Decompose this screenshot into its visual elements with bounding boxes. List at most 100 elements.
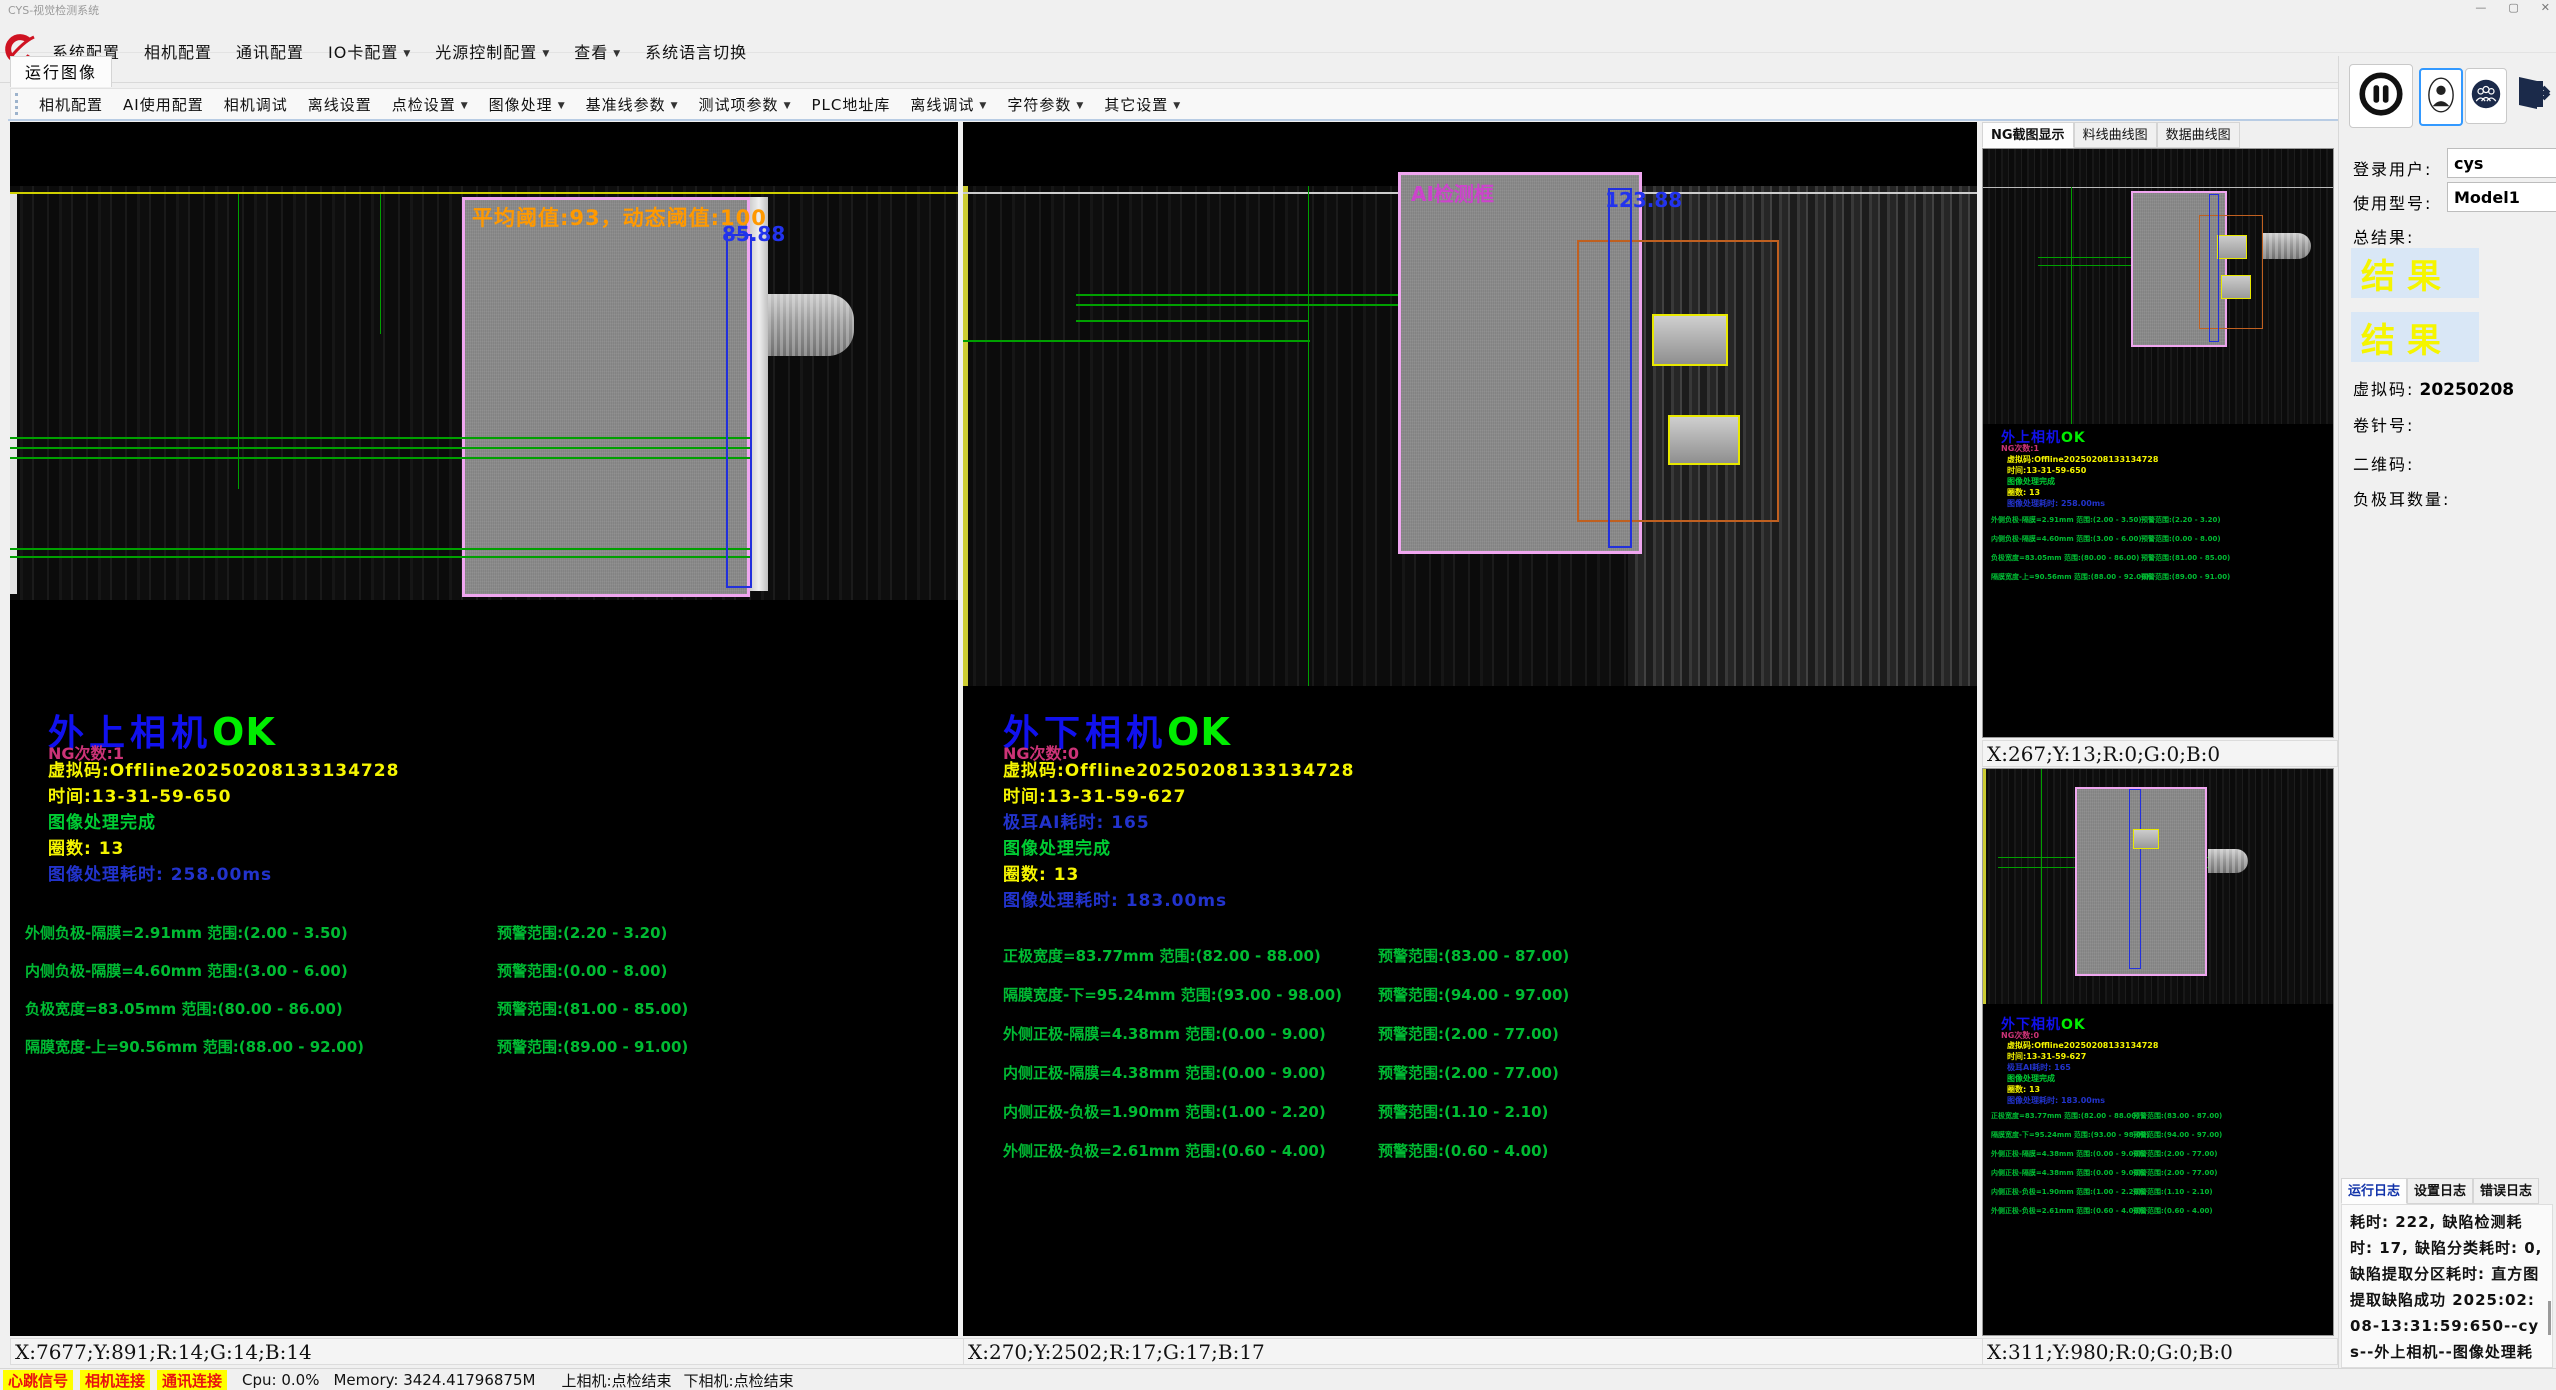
measurement-row: 内侧正极-隔膜=4.38mm 范围:(0.00 - 9.00)预警范围:(2.0… xyxy=(1003,1062,1953,1101)
measurement-row: 内侧正极-负极=1.90mm 范围:(1.00 - 2.20)预警范围:(1.1… xyxy=(1003,1101,1953,1140)
window-titlebar: CYS-视觉检测系统 — ▢ ✕ xyxy=(0,0,2556,16)
camera-view-lower[interactable]: AI检测框 123.88 外下相机OK NG次数:0 虚拟码:Offline20… xyxy=(963,122,1977,1336)
toolbar-spot-check[interactable]: 点检设置▼ xyxy=(382,92,479,117)
measure-line xyxy=(10,556,750,558)
toolbar-offline-settings[interactable]: 离线设置 xyxy=(298,92,382,117)
electrode-tab xyxy=(2263,233,2311,259)
reference-line-vertical xyxy=(2041,769,2042,1004)
preview-upper[interactable]: 外上相机OK NG次数:1 虚拟码:Offline202502081331347… xyxy=(1982,148,2334,738)
toolbar-grip[interactable] xyxy=(15,93,21,115)
edge-strip xyxy=(1983,769,1986,1004)
user-management-button[interactable] xyxy=(2465,68,2507,124)
toolbar-other-settings[interactable]: 其它设置▼ xyxy=(1094,92,1191,117)
qr-code-row: 二维码: xyxy=(2353,451,2414,475)
measurement-list: 正极宽度=83.77mm 范围:(82.00 - 88.00)预警范围:(83.… xyxy=(1003,945,1953,1179)
login-user-field[interactable] xyxy=(2447,148,2556,178)
measure-line xyxy=(10,437,750,439)
reference-line-vertical xyxy=(380,194,381,334)
toolbar-plc-address[interactable]: PLC地址库 xyxy=(801,92,900,117)
dropdown-arrow-icon: ▼ xyxy=(558,101,566,111)
tab-error-log[interactable]: 错误日志 xyxy=(2473,1178,2539,1204)
tab-line-curve[interactable]: 料线曲线图 xyxy=(2074,122,2157,148)
measurement-row: 内侧负极-隔膜=4.60mm 范围:(3.00 - 6.00)预警范围:(0.0… xyxy=(25,960,945,998)
tab-data-curve[interactable]: 数据曲线图 xyxy=(2157,122,2240,148)
measure-value-label: 123.88 xyxy=(1605,188,1682,212)
tab-settings-log[interactable]: 设置日志 xyxy=(2407,1178,2473,1204)
close-button[interactable]: ✕ xyxy=(2541,1,2550,14)
pixel-coord-bar-upper: X:7677;Y:891;R:14;G:14;B:14 xyxy=(10,1338,964,1365)
heartbeat-status-chip: 心跳信号 xyxy=(3,1370,73,1390)
menu-bar: 系统配置 相机配置 通讯配置 IO卡配置▼ 光源控制配置▼ 查看▼ 系统语言切换 xyxy=(0,16,2556,53)
toolbar-camera-config[interactable]: 相机配置 xyxy=(29,92,113,117)
measure-line xyxy=(10,457,750,459)
camera-view-upper[interactable]: 平均阈值:93，动态阈值:100 85.88 外上相机OK NG次数:1 虚拟码… xyxy=(10,122,958,1336)
mini-info-block: 虚拟码:Offline20250208133134728 时间:13-31-59… xyxy=(2007,1041,2158,1105)
measurement-row: 外侧正极-隔膜=4.38mm 范围:(0.00 - 9.00)预警范围:(2.0… xyxy=(1003,1023,1953,1062)
control-sidebar: 登录用户: 使用型号: 总结果: 结果 结果 虚拟码: 20250208 卷针号… xyxy=(2338,56,2556,1368)
negative-tab-count-row: 负极耳数量: xyxy=(2353,486,2450,510)
divider xyxy=(8,119,2550,121)
measure-box-blue xyxy=(726,234,752,588)
pixel-coord-bar-preview-upper: X:267;Y:13;R:0;G:0;B:0 xyxy=(1982,740,2338,767)
measurement-row: 隔膜宽度-上=90.56mm 范围:(88.00 - 92.00)预警范围:(8… xyxy=(25,1036,945,1074)
toolbar-char-params[interactable]: 字符参数▼ xyxy=(997,92,1094,117)
ai-box-label: AI检测框 xyxy=(1411,178,1494,207)
toolbar-ai-config[interactable]: AI使用配置 xyxy=(113,92,214,117)
toolbar-baseline-params[interactable]: 基准线参数▼ xyxy=(576,92,689,117)
cpu-usage-text: Cpu: 0.0% xyxy=(242,1371,319,1389)
mini-measurement-list: 外侧负极-隔膜=2.91mm 范围:(2.00 - 3.50)预警范围:(2.2… xyxy=(1991,515,2329,591)
preview-lower[interactable]: 外下相机OK NG次数:0 虚拟码:Offline202502081331347… xyxy=(1982,768,2334,1336)
toolbar-offline-debug[interactable]: 离线调试▼ xyxy=(900,92,997,117)
electrode-tab xyxy=(768,294,854,356)
dropdown-arrow-icon: ▼ xyxy=(784,101,792,111)
measurement-row: 隔膜宽度-下=95.24mm 范围:(93.00 - 98.00)预警范围:(9… xyxy=(1003,984,1953,1023)
log-scrollbar[interactable] xyxy=(2548,1301,2551,1335)
lower-camera-status-text: 下相机:点检结束 xyxy=(684,1370,794,1390)
tab-ng-screenshot[interactable]: NG截图显示 xyxy=(1982,122,2074,148)
logout-button[interactable] xyxy=(2511,68,2555,122)
measure-line xyxy=(963,340,1310,342)
camera-connect-chip: 相机连接 xyxy=(80,1370,150,1390)
camera-info-block: 虚拟码:Offline20250208133134728 时间:13-31-59… xyxy=(1003,762,1354,910)
minimize-button[interactable]: — xyxy=(2475,1,2486,14)
measure-line xyxy=(10,447,750,449)
dropdown-arrow-icon: ▼ xyxy=(1173,101,1181,111)
measure-box-blue xyxy=(1608,188,1632,548)
page-tab-bar xyxy=(0,52,2556,83)
dropdown-arrow-icon: ▼ xyxy=(1076,101,1084,111)
upper-camera-status-text: 上相机:点检结束 xyxy=(561,1370,671,1390)
pause-button[interactable] xyxy=(2349,64,2413,128)
measurement-list: 外侧负极-隔膜=2.91mm 范围:(2.00 - 3.50)预警范围:(2.2… xyxy=(25,922,945,1074)
reference-line-vertical xyxy=(1308,186,1309,686)
measure-line xyxy=(10,548,750,550)
measurement-row: 外侧正极-负极=2.61mm 范围:(0.60 - 4.00)预警范围:(0.6… xyxy=(1003,1140,1953,1179)
measure-box-blue xyxy=(2209,194,2219,342)
users-icon xyxy=(2470,78,2502,114)
log-panel: 耗时: 222, 缺陷检测耗时: 17, 缺陷分类耗时: 0, 缺陷提取分区耗时… xyxy=(2341,1204,2553,1368)
comm-connect-chip: 通讯连接 xyxy=(157,1370,227,1390)
maximize-button[interactable]: ▢ xyxy=(2508,1,2518,14)
pixel-coord-bar-preview-lower: X:311;Y:980;R:0;G:0;B:0 xyxy=(1982,1338,2338,1365)
toolbar-camera-debug[interactable]: 相机调试 xyxy=(214,92,298,117)
current-user-button[interactable] xyxy=(2419,68,2463,126)
ai-defect-box xyxy=(2133,829,2159,849)
ai-defect-box xyxy=(2221,275,2251,299)
toolbar-image-processing[interactable]: 图像处理▼ xyxy=(479,92,576,117)
virtual-code-row: 虚拟码: 20250208 xyxy=(2353,376,2514,400)
measure-box-blue xyxy=(2129,789,2141,969)
electrode-tab xyxy=(2208,849,2248,873)
toolbar-test-params[interactable]: 测试项参数▼ xyxy=(689,92,802,117)
tab-run-log[interactable]: 运行日志 xyxy=(2341,1178,2407,1204)
reference-line-yellow xyxy=(10,192,958,194)
result-badge-lower: 结果 xyxy=(2351,312,2479,362)
model-label: 使用型号: xyxy=(2353,190,2432,214)
log-text: 耗时: 222, 缺陷检测耗时: 17, 缺陷分类耗时: 0, 缺陷提取分区耗时… xyxy=(2342,1205,2552,1390)
logout-icon xyxy=(2511,71,2555,119)
pause-icon xyxy=(2356,69,2406,123)
dropdown-arrow-icon: ▼ xyxy=(461,101,469,111)
model-field[interactable] xyxy=(2447,182,2556,212)
measure-value-label: 85.88 xyxy=(722,222,785,246)
roll-pin-row: 卷针号: xyxy=(2353,412,2414,436)
tab-run-image[interactable]: 运行图像 xyxy=(10,56,112,87)
login-user-label: 登录用户: xyxy=(2353,156,2432,180)
